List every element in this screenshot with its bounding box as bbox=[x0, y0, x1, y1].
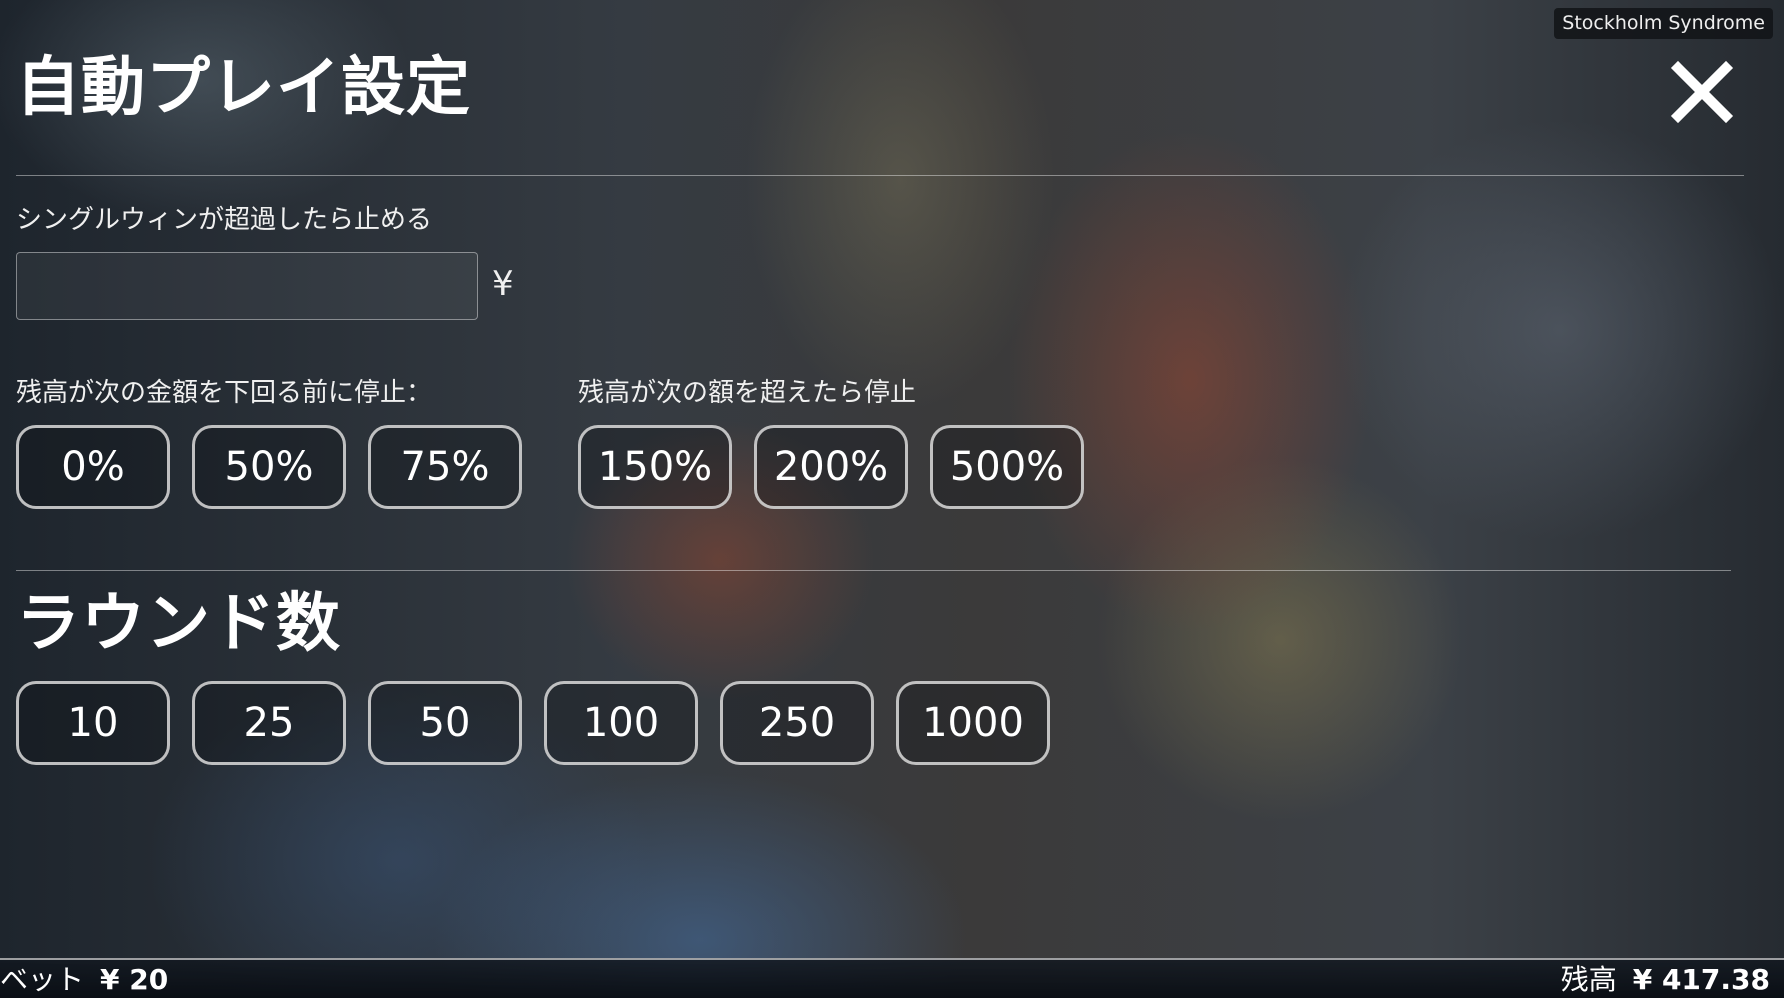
game-name-badge: Stockholm Syndrome bbox=[1554, 8, 1773, 39]
section-divider bbox=[16, 570, 1731, 571]
balance-label: 残高 bbox=[1560, 963, 1617, 996]
balance-increase-option-500[interactable]: 500% bbox=[930, 425, 1084, 509]
status-bar: ベット ¥ 20 残高 ¥ 417.38 bbox=[0, 958, 1784, 998]
balance-increase-option-200[interactable]: 200% bbox=[754, 425, 908, 509]
rounds-option-100[interactable]: 100 bbox=[544, 681, 698, 765]
rounds-option-50[interactable]: 50 bbox=[368, 681, 522, 765]
balance-decrease-option-75[interactable]: 75% bbox=[368, 425, 522, 509]
balance-decrease-option-0[interactable]: 0% bbox=[16, 425, 170, 509]
rounds-title: ラウンド数 bbox=[16, 587, 341, 661]
bet-info: ベット ¥ 20 bbox=[0, 962, 168, 998]
page-title: 自動プレイ設定 bbox=[16, 51, 471, 125]
close-button[interactable] bbox=[1670, 60, 1734, 124]
bet-value: ¥ 20 bbox=[100, 963, 169, 996]
balance-increase-option-150[interactable]: 150% bbox=[578, 425, 732, 509]
bet-label: ベット bbox=[0, 963, 85, 996]
close-icon bbox=[1670, 60, 1734, 124]
stop-if-balance-decreases-label: 残高が次の金額を下回る前に停止： bbox=[16, 378, 433, 408]
balance-decrease-option-50[interactable]: 50% bbox=[192, 425, 346, 509]
header-divider bbox=[16, 175, 1744, 176]
balance-value: ¥ 417.38 bbox=[1632, 963, 1770, 996]
rounds-option-10[interactable]: 10 bbox=[16, 681, 170, 765]
currency-symbol: ¥ bbox=[492, 264, 514, 304]
stop-if-balance-increases-label: 残高が次の額を超えたら停止 bbox=[578, 378, 917, 408]
rounds-option-1000[interactable]: 1000 bbox=[896, 681, 1050, 765]
rounds-option-250[interactable]: 250 bbox=[720, 681, 874, 765]
rounds-option-25[interactable]: 25 bbox=[192, 681, 346, 765]
autoplay-settings-panel: Stockholm Syndrome 自動プレイ設定 シングルウィンが超過したら… bbox=[0, 0, 1784, 998]
single-win-label: シングルウィンが超過したら止める bbox=[16, 205, 433, 235]
balance-info: 残高 ¥ 417.38 bbox=[1561, 962, 1770, 998]
single-win-amount-input[interactable] bbox=[16, 252, 478, 320]
